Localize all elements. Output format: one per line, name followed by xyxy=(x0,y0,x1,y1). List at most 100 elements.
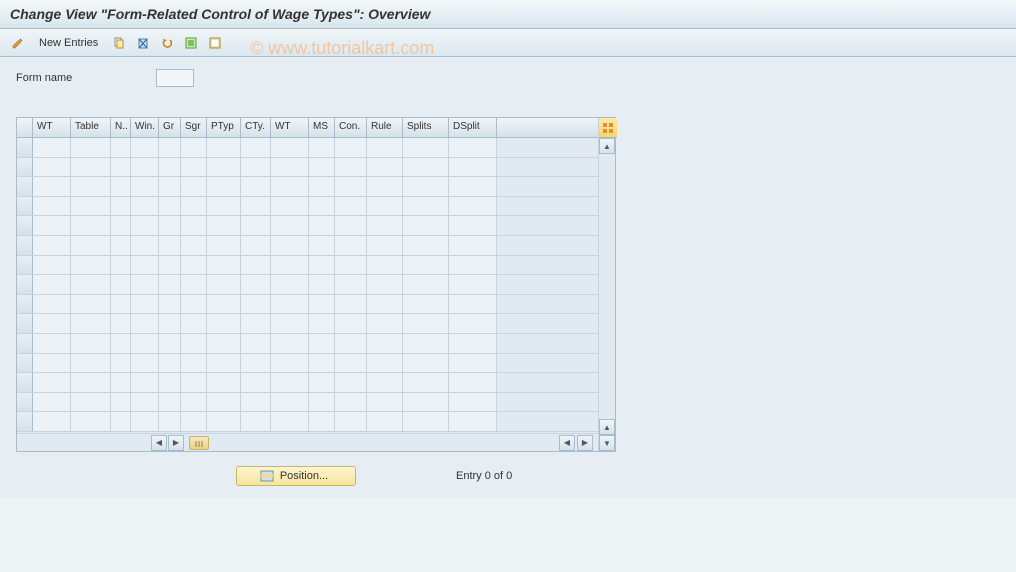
cell-win[interactable] xyxy=(131,216,159,235)
cell-cty[interactable] xyxy=(241,197,271,216)
cell-rule[interactable] xyxy=(367,216,403,235)
cell-gr[interactable] xyxy=(159,158,181,177)
cell-wt2[interactable] xyxy=(271,256,309,275)
cell-ptyp[interactable] xyxy=(207,412,241,431)
cell-table[interactable] xyxy=(71,216,111,235)
cell-gr[interactable] xyxy=(159,412,181,431)
row-selector[interactable] xyxy=(17,158,33,177)
column-header-n[interactable]: N.. xyxy=(111,118,131,137)
cell-win[interactable] xyxy=(131,393,159,412)
cell-table[interactable] xyxy=(71,177,111,196)
cell-gr[interactable] xyxy=(159,334,181,353)
cell-rule[interactable] xyxy=(367,354,403,373)
cell-rule[interactable] xyxy=(367,373,403,392)
cell-wt2[interactable] xyxy=(271,158,309,177)
cell-table[interactable] xyxy=(71,256,111,275)
cell-splits[interactable] xyxy=(403,275,449,294)
cell-wt1[interactable] xyxy=(33,236,71,255)
cell-ms[interactable] xyxy=(309,393,335,412)
cell-ms[interactable] xyxy=(309,314,335,333)
cell-gr[interactable] xyxy=(159,236,181,255)
cell-table[interactable] xyxy=(71,354,111,373)
cell-sgr[interactable] xyxy=(181,216,207,235)
cell-ms[interactable] xyxy=(309,197,335,216)
cell-dsplit[interactable] xyxy=(449,197,497,216)
cell-dsplit[interactable] xyxy=(449,334,497,353)
cell-rule[interactable] xyxy=(367,158,403,177)
cell-cty[interactable] xyxy=(241,158,271,177)
row-selector[interactable] xyxy=(17,256,33,275)
vscroll-up-button[interactable]: ▲ xyxy=(599,138,615,154)
column-header-gr[interactable]: Gr xyxy=(159,118,181,137)
cell-wt1[interactable] xyxy=(33,373,71,392)
cell-wt2[interactable] xyxy=(271,216,309,235)
cell-rule[interactable] xyxy=(367,334,403,353)
row-selector[interactable] xyxy=(17,275,33,294)
cell-ms[interactable] xyxy=(309,373,335,392)
cell-sgr[interactable] xyxy=(181,197,207,216)
cell-con[interactable] xyxy=(335,177,367,196)
cell-gr[interactable] xyxy=(159,295,181,314)
cell-rule[interactable] xyxy=(367,256,403,275)
cell-con[interactable] xyxy=(335,236,367,255)
cell-con[interactable] xyxy=(335,314,367,333)
cell-wt2[interactable] xyxy=(271,373,309,392)
cell-wt2[interactable] xyxy=(271,236,309,255)
cell-gr[interactable] xyxy=(159,354,181,373)
cell-n[interactable] xyxy=(111,256,131,275)
cell-dsplit[interactable] xyxy=(449,216,497,235)
vscroll-track[interactable] xyxy=(599,154,615,419)
cell-con[interactable] xyxy=(335,216,367,235)
cell-wt2[interactable] xyxy=(271,138,309,157)
cell-table[interactable] xyxy=(71,334,111,353)
cell-wt1[interactable] xyxy=(33,275,71,294)
copy-as-icon[interactable] xyxy=(109,33,129,53)
cell-cty[interactable] xyxy=(241,412,271,431)
cell-n[interactable] xyxy=(111,354,131,373)
cell-splits[interactable] xyxy=(403,354,449,373)
deselect-all-icon[interactable] xyxy=(205,33,225,53)
cell-cty[interactable] xyxy=(241,334,271,353)
cell-wt1[interactable] xyxy=(33,256,71,275)
column-header-ptyp[interactable]: PTyp xyxy=(207,118,241,137)
row-selector[interactable] xyxy=(17,354,33,373)
cell-con[interactable] xyxy=(335,138,367,157)
cell-rule[interactable] xyxy=(367,275,403,294)
cell-ptyp[interactable] xyxy=(207,393,241,412)
cell-wt1[interactable] xyxy=(33,138,71,157)
cell-n[interactable] xyxy=(111,275,131,294)
row-selector[interactable] xyxy=(17,334,33,353)
cell-wt2[interactable] xyxy=(271,177,309,196)
new-entries-button[interactable]: New Entries xyxy=(32,34,105,52)
cell-wt1[interactable] xyxy=(33,177,71,196)
cell-n[interactable] xyxy=(111,412,131,431)
cell-win[interactable] xyxy=(131,275,159,294)
column-header-ms[interactable]: MS xyxy=(309,118,335,137)
cell-gr[interactable] xyxy=(159,256,181,275)
hscroll-left-button-2[interactable]: ◀ xyxy=(559,435,575,451)
row-selector[interactable] xyxy=(17,216,33,235)
cell-win[interactable] xyxy=(131,334,159,353)
cell-wt1[interactable] xyxy=(33,158,71,177)
cell-table[interactable] xyxy=(71,393,111,412)
cell-n[interactable] xyxy=(111,314,131,333)
cell-win[interactable] xyxy=(131,236,159,255)
cell-dsplit[interactable] xyxy=(449,373,497,392)
hscroll-left-button[interactable]: ◀ xyxy=(151,435,167,451)
cell-con[interactable] xyxy=(335,393,367,412)
cell-ptyp[interactable] xyxy=(207,216,241,235)
cell-cty[interactable] xyxy=(241,138,271,157)
cell-n[interactable] xyxy=(111,334,131,353)
cell-dsplit[interactable] xyxy=(449,393,497,412)
position-button[interactable]: Position... xyxy=(236,466,356,486)
cell-cty[interactable] xyxy=(241,314,271,333)
cell-ms[interactable] xyxy=(309,334,335,353)
cell-cty[interactable] xyxy=(241,393,271,412)
column-header-wt1[interactable]: WT xyxy=(33,118,71,137)
row-selector[interactable] xyxy=(17,236,33,255)
cell-rule[interactable] xyxy=(367,314,403,333)
cell-dsplit[interactable] xyxy=(449,236,497,255)
cell-con[interactable] xyxy=(335,197,367,216)
cell-table[interactable] xyxy=(71,158,111,177)
cell-dsplit[interactable] xyxy=(449,354,497,373)
